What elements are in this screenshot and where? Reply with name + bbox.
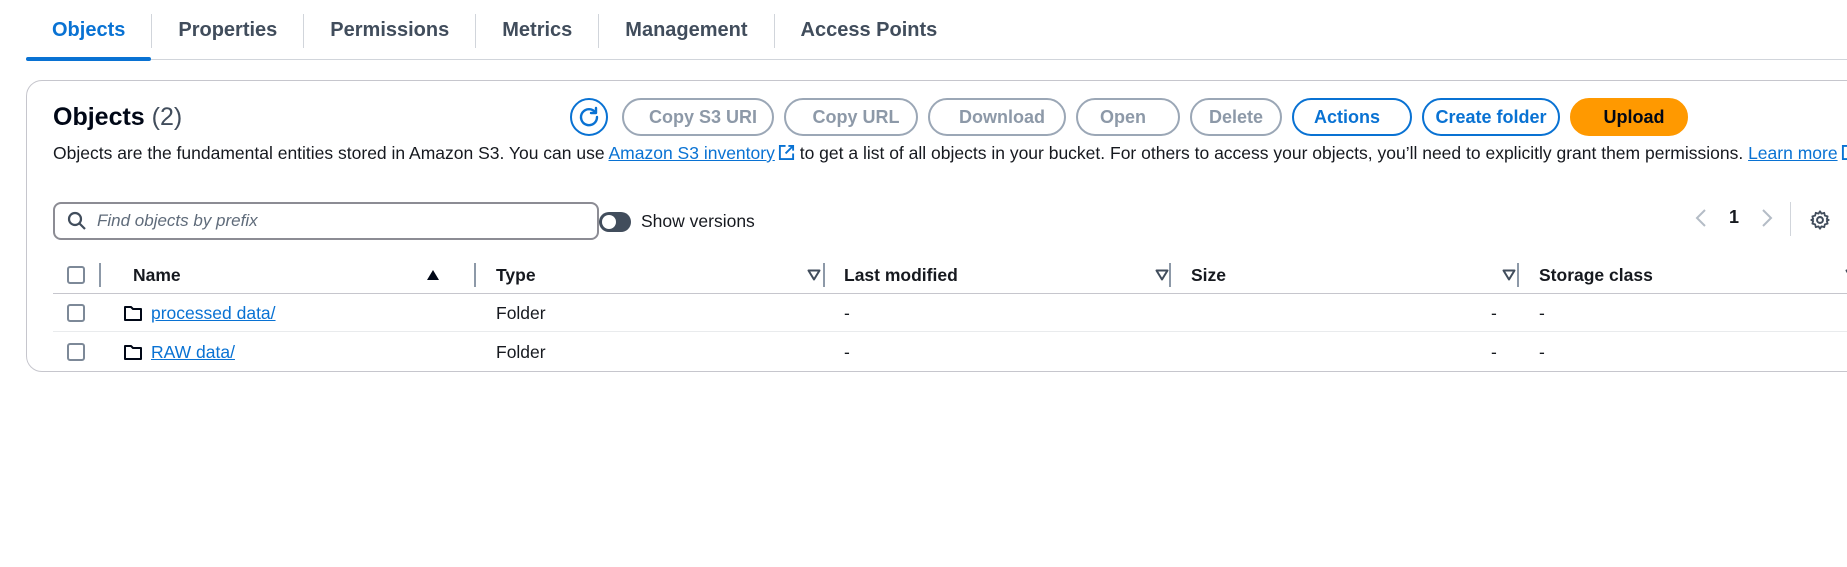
panel-description: Objects are the fundamental entities sto… (53, 141, 1847, 166)
actions-dropdown[interactable]: Actions (1292, 98, 1412, 136)
gear-icon (1810, 210, 1830, 230)
column-header-size-label: Size (1191, 264, 1227, 285)
learn-more-link[interactable]: Learn more (1748, 143, 1838, 163)
last-modified-cell: - (844, 341, 850, 362)
name-cell: processed data/ (123, 294, 276, 332)
sort-icon (1155, 269, 1169, 281)
delete-label: Delete (1208, 106, 1264, 127)
folder-icon (124, 345, 142, 360)
refresh-icon (579, 106, 599, 127)
tab-access-points[interactable]: Access Points (775, 0, 964, 60)
column-header-last-modified[interactable]: Last modified (844, 257, 1169, 293)
objects-panel: Objects (2) Copy S3 URI Copy URL Downloa… (26, 80, 1847, 372)
type-cell: Folder (496, 302, 546, 323)
create-folder-button[interactable]: Create folder (1422, 98, 1560, 136)
search-input[interactable] (97, 211, 577, 231)
refresh-button[interactable] (570, 98, 608, 136)
external-link-icon (1841, 144, 1847, 161)
actions-label: Actions (1314, 106, 1381, 127)
storage-class-cell: - (1539, 341, 1545, 362)
column-divider (1169, 263, 1171, 287)
delete-button[interactable]: Delete (1190, 98, 1282, 136)
page-number[interactable]: 1 (1729, 207, 1739, 228)
show-versions-label: Show versions (641, 211, 755, 231)
copy-s3-uri-button[interactable]: Copy S3 URI (622, 98, 774, 136)
table-row: processed data/ Folder - - - (53, 294, 1847, 332)
copy-url-button[interactable]: Copy URL (784, 98, 918, 136)
size-cell: - (1491, 302, 1497, 323)
panel-header: Objects (2) Copy S3 URI Copy URL Downloa… (53, 97, 1847, 137)
chevron-left-icon[interactable] (1695, 208, 1707, 228)
open-label: Open (1100, 106, 1147, 127)
panel-title-text: Objects (53, 103, 145, 131)
row-checkbox[interactable] (67, 343, 85, 361)
tab-management[interactable]: Management (599, 0, 773, 60)
download-label: Download (959, 106, 1045, 127)
show-versions-toggle[interactable] (599, 211, 631, 232)
open-button[interactable]: Open (1076, 98, 1180, 136)
tab-permissions[interactable]: Permissions (304, 0, 475, 60)
folder-icon (124, 306, 142, 321)
column-header-type[interactable]: Type (496, 257, 821, 293)
upload-label: Upload (1603, 106, 1665, 127)
tab-objects[interactable]: Objects (26, 0, 152, 61)
create-folder-label: Create folder (1435, 106, 1547, 127)
pager-divider (1790, 202, 1791, 236)
table-row: RAW data/ Folder - - - (53, 333, 1847, 371)
storage-class-cell: - (1539, 302, 1545, 323)
object-name-link[interactable]: RAW data/ (151, 342, 235, 363)
table-header: Name Type Last modified Size Storage cla… (53, 257, 1847, 294)
tab-bar: Objects Properties Permissions Metrics M… (26, 0, 1847, 61)
sort-icon (807, 269, 821, 281)
object-name-link[interactable]: processed data/ (151, 303, 276, 324)
row-checkbox[interactable] (67, 304, 85, 322)
column-divider (823, 263, 825, 287)
size-cell: - (1491, 341, 1497, 362)
download-button[interactable]: Download (928, 98, 1066, 136)
column-divider (99, 263, 101, 287)
column-divider (474, 263, 476, 287)
search-box (53, 202, 599, 240)
tab-properties[interactable]: Properties (152, 0, 303, 60)
name-cell: RAW data/ (123, 333, 235, 371)
sort-ascending-icon (427, 270, 439, 280)
select-all-checkbox[interactable] (67, 266, 85, 284)
tab-metrics[interactable]: Metrics (476, 0, 598, 60)
chevron-right-icon[interactable] (1761, 208, 1773, 228)
search-icon (67, 211, 86, 230)
column-header-storage-class[interactable]: Storage class (1539, 257, 1847, 293)
column-divider (1517, 263, 1519, 287)
object-count: (2) (151, 103, 183, 131)
column-header-type-label: Type (496, 264, 536, 285)
description-text: Objects are the fundamental entities sto… (53, 143, 609, 163)
column-header-last-modified-label: Last modified (844, 264, 958, 285)
external-link-icon (778, 144, 794, 161)
upload-button[interactable]: Upload (1570, 98, 1688, 136)
action-toolbar: Copy S3 URI Copy URL Download Open Delet… (570, 97, 1688, 137)
description-text: to get a list of all objects in your buc… (794, 143, 1749, 163)
sort-icon (1502, 269, 1516, 281)
copy-url-label: Copy URL (812, 106, 900, 127)
s3-inventory-link[interactable]: Amazon S3 inventory (609, 143, 775, 163)
type-cell: Folder (496, 341, 546, 362)
page-title: Objects (2) (53, 103, 182, 132)
column-header-name[interactable]: Name (133, 257, 448, 293)
column-header-size[interactable]: Size (1191, 257, 1516, 293)
pagination: 1 (1695, 207, 1773, 228)
column-header-name-label: Name (133, 264, 181, 285)
column-header-storage-class-label: Storage class (1539, 264, 1653, 285)
copy-s3-uri-label: Copy S3 URI (648, 106, 758, 127)
preferences-button[interactable] (1809, 209, 1831, 236)
last-modified-cell: - (844, 302, 850, 323)
show-versions-toggle-group: Show versions (599, 211, 755, 232)
